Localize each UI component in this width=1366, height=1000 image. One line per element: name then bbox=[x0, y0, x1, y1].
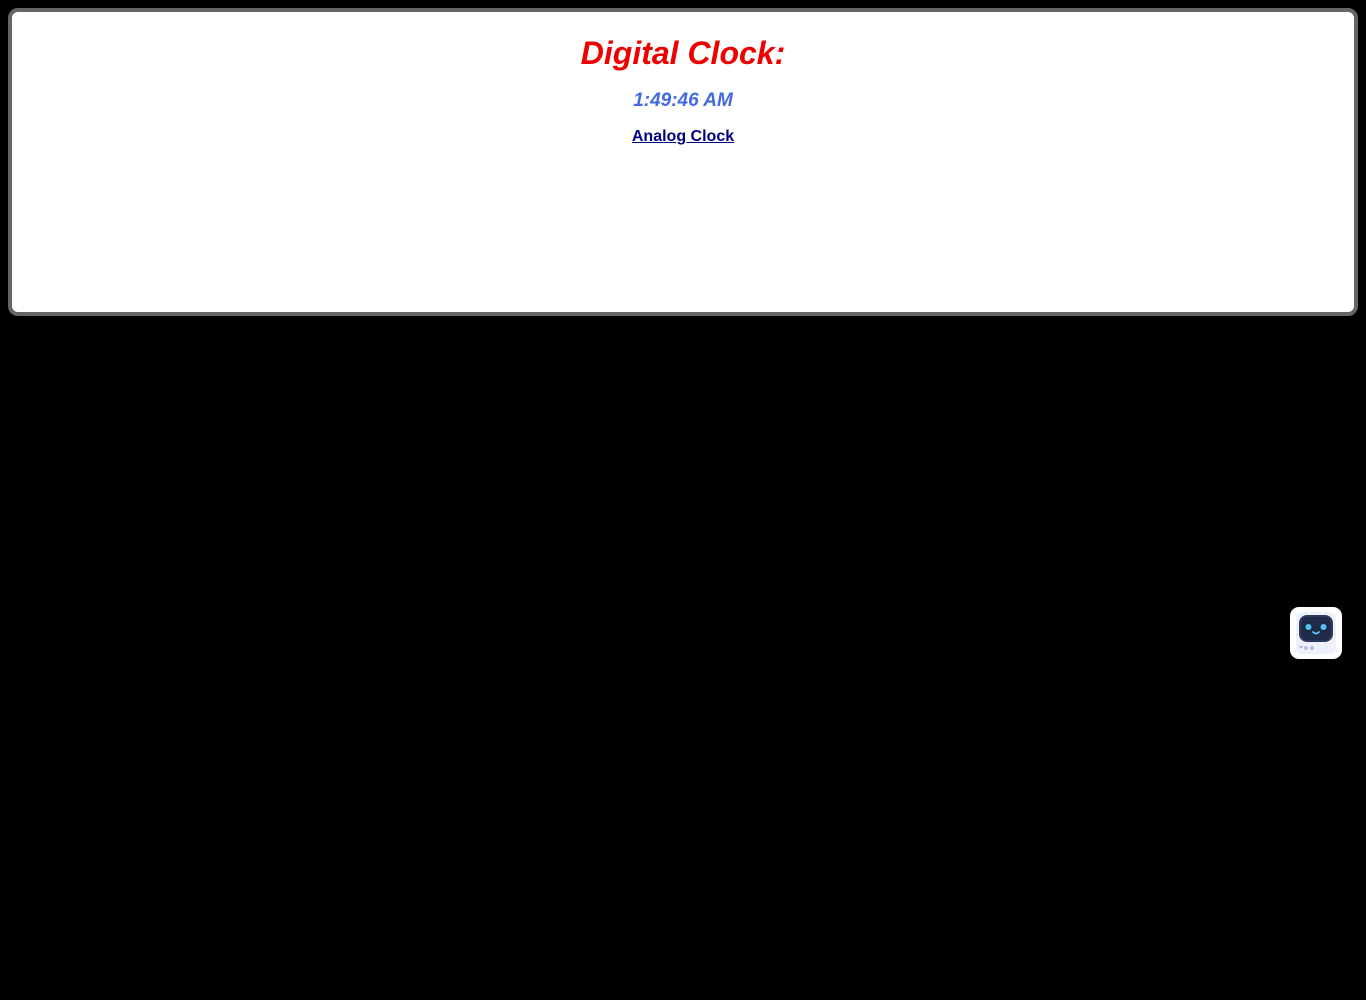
robot-icon bbox=[1296, 612, 1336, 654]
clock-panel: Digital Clock: 1:49:46 AM Analog Clock bbox=[8, 8, 1358, 316]
digital-time-display: 1:49:46 AM bbox=[633, 90, 733, 111]
analog-clock-link[interactable]: Analog Clock bbox=[632, 127, 734, 147]
chat-assistant-button[interactable] bbox=[1290, 607, 1342, 659]
page-title: Digital Clock: bbox=[580, 35, 786, 71]
